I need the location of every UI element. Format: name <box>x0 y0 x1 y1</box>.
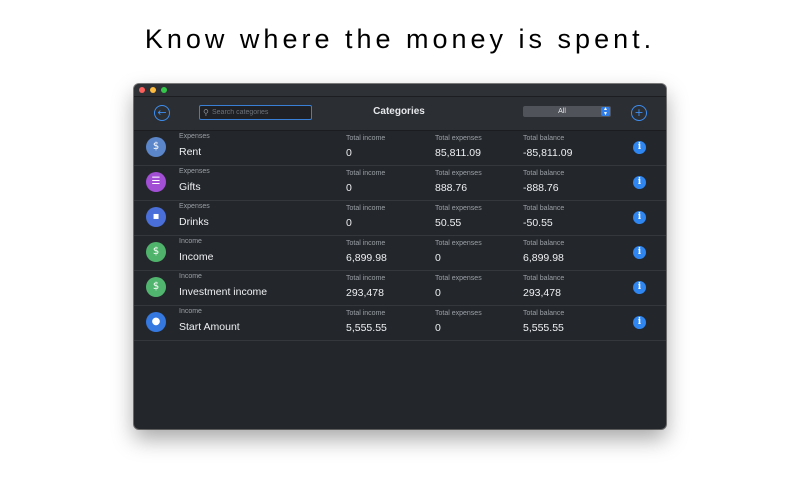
total-income-value: 0 <box>346 217 352 229</box>
table-row[interactable]: ● Income Start Amount Total income 5,555… <box>134 306 666 341</box>
total-balance-value: 6,899.98 <box>523 252 564 264</box>
close-window-button[interactable] <box>139 87 145 93</box>
title-bar <box>134 84 666 97</box>
toolbar: ← ⚲ Categories All ▲▼ + <box>134 97 666 131</box>
total-expenses-value: 85,811.09 <box>435 147 481 159</box>
filter-select[interactable]: All ▲ ▼ <box>523 106 611 117</box>
category-type: Expenses <box>179 203 210 210</box>
total-expenses-value: 0 <box>435 252 441 264</box>
category-name: Investment income <box>179 286 268 298</box>
total-expenses-value: 0 <box>435 287 441 299</box>
total-income-label: Total income <box>346 240 386 247</box>
total-income-label: Total income <box>346 135 386 142</box>
select-arrows-icon: ▲ ▼ <box>601 107 610 116</box>
search-icon: ⚲ <box>203 108 209 117</box>
category-type: Expenses <box>179 133 210 140</box>
category-type: Expenses <box>179 168 210 175</box>
page-title: Categories <box>373 106 425 117</box>
headline: Know where the money is spent. <box>144 24 656 54</box>
total-balance-label: Total balance <box>523 240 565 247</box>
app-window: ← ⚲ Categories All ▲▼ + $ Expenses Rent … <box>134 84 666 429</box>
maximize-window-button[interactable] <box>161 87 167 93</box>
search-input[interactable] <box>212 106 308 119</box>
total-balance-value: 293,478 <box>523 287 561 299</box>
table-row[interactable]: ☰ Expenses Gifts Total income 0 Total ex… <box>134 166 666 201</box>
total-income-value: 0 <box>346 182 352 194</box>
total-balance-label: Total balance <box>523 170 565 177</box>
info-icon[interactable]: i <box>633 246 646 259</box>
total-expenses-label: Total expenses <box>435 170 482 177</box>
add-category-button[interactable]: + <box>631 105 647 121</box>
total-income-value: 0 <box>346 147 352 159</box>
total-income-value: 6,899.98 <box>346 252 387 264</box>
info-icon[interactable]: i <box>633 141 646 154</box>
total-balance-value: -888.76 <box>523 182 559 194</box>
total-income-value: 293,478 <box>346 287 384 299</box>
gift-icon: ☰ <box>146 172 166 192</box>
back-arrow-icon[interactable]: ← <box>154 105 170 121</box>
total-expenses-label: Total expenses <box>435 310 482 317</box>
category-name: Drinks <box>179 216 209 228</box>
category-name: Rent <box>179 146 202 158</box>
total-balance-value: -85,811.09 <box>523 147 573 159</box>
info-icon[interactable]: i <box>633 281 646 294</box>
table-row[interactable]: $ Expenses Rent Total income 0 Total exp… <box>134 131 666 166</box>
info-icon[interactable]: i <box>633 176 646 189</box>
total-income-label: Total income <box>346 205 386 212</box>
total-expenses-label: Total expenses <box>435 275 482 282</box>
money-stack-icon: $ <box>146 277 166 297</box>
filter-selected-value: All <box>558 108 566 115</box>
total-expenses-value: 0 <box>435 322 441 334</box>
piggy-bank-icon: ● <box>146 312 166 332</box>
total-balance-value: 5,555.55 <box>523 322 564 334</box>
category-name: Start Amount <box>179 321 240 333</box>
total-balance-label: Total balance <box>523 135 565 142</box>
total-balance-label: Total balance <box>523 310 565 317</box>
total-balance-label: Total balance <box>523 205 565 212</box>
total-balance-value: -50.55 <box>523 217 553 229</box>
category-list: $ Expenses Rent Total income 0 Total exp… <box>134 131 666 341</box>
total-income-label: Total income <box>346 170 386 177</box>
total-balance-label: Total balance <box>523 275 565 282</box>
table-row[interactable]: $ Income Investment income Total income … <box>134 271 666 306</box>
category-type: Income <box>179 273 202 280</box>
total-income-value: 5,555.55 <box>346 322 387 334</box>
total-income-label: Total income <box>346 275 386 282</box>
cash-icon: $ <box>146 242 166 262</box>
search-field[interactable]: ⚲ <box>199 105 312 120</box>
category-type: Income <box>179 238 202 245</box>
info-icon[interactable]: i <box>633 211 646 224</box>
drink-cup-icon: ▪ <box>146 207 166 227</box>
total-expenses-label: Total expenses <box>435 135 482 142</box>
info-icon[interactable]: i <box>633 316 646 329</box>
total-expenses-value: 50.55 <box>435 217 462 229</box>
total-expenses-label: Total expenses <box>435 205 482 212</box>
total-expenses-value: 888.76 <box>435 182 468 194</box>
category-name: Income <box>179 251 214 263</box>
house-dollar-icon: $ <box>146 137 166 157</box>
table-row[interactable]: ▪ Expenses Drinks Total income 0 Total e… <box>134 201 666 236</box>
total-expenses-label: Total expenses <box>435 240 482 247</box>
minimize-window-button[interactable] <box>150 87 156 93</box>
category-name: Gifts <box>179 181 201 193</box>
category-type: Income <box>179 308 202 315</box>
total-income-label: Total income <box>346 310 386 317</box>
table-row[interactable]: $ Income Income Total income 6,899.98 To… <box>134 236 666 271</box>
